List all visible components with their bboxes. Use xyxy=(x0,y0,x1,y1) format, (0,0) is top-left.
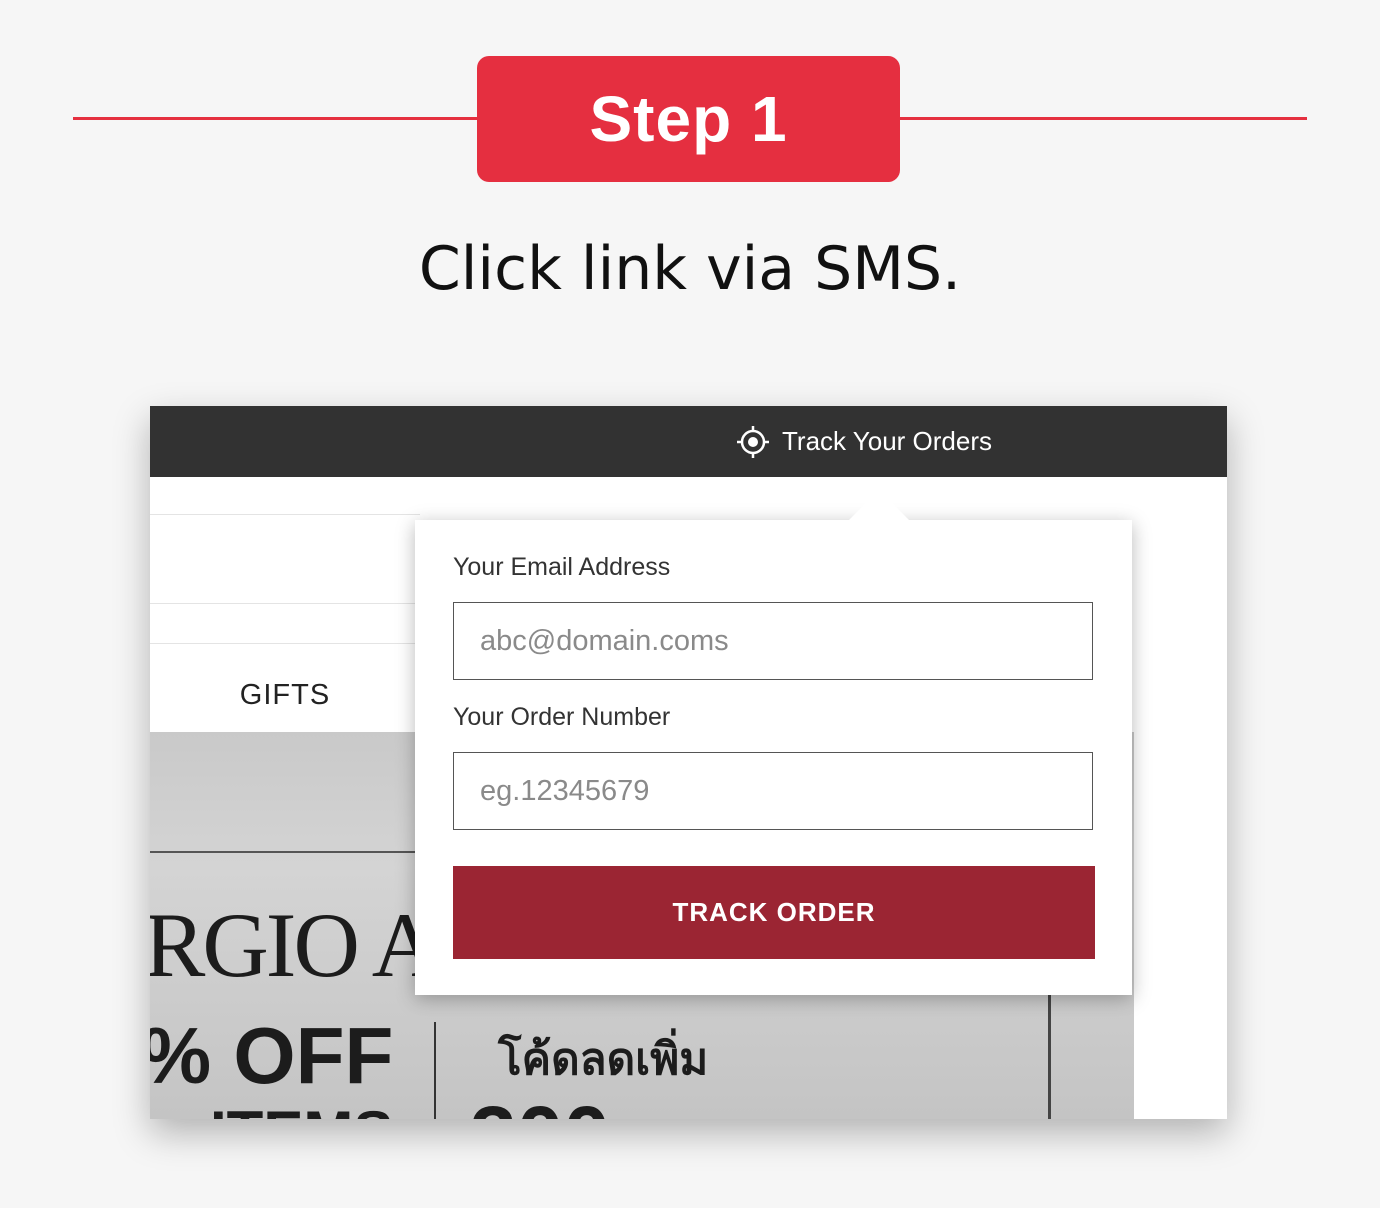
banner-separator xyxy=(434,1022,436,1119)
order-number-field[interactable] xyxy=(453,752,1093,830)
nav-item-gifts[interactable]: GIFTS xyxy=(150,667,420,723)
order-number-label: Your Order Number xyxy=(453,703,671,731)
banner-thai-text: โค้ดลดเพิ่ม xyxy=(498,1034,709,1085)
divider xyxy=(150,514,420,515)
track-orders-label: Track Your Orders xyxy=(782,426,993,456)
email-label: Your Email Address xyxy=(453,553,671,581)
banner-items-text: ITEMS xyxy=(210,1098,393,1119)
track-order-button[interactable]: TRACK ORDER xyxy=(453,866,1095,959)
instruction-text: Click link via SMS. xyxy=(418,234,962,304)
step-divider-right xyxy=(898,117,1307,120)
track-orders-link[interactable]: Track Your Orders xyxy=(736,406,992,477)
banner-amount-text: 300 xyxy=(470,1088,610,1119)
website-screenshot: Track Your Orders GIFTS RGIO A % OFF โค้… xyxy=(150,406,1227,1119)
banner-brand-text: RGIO A xyxy=(150,894,438,996)
track-order-popover: Your Email Address Your Order Number TRA… xyxy=(415,490,1132,995)
step-badge: Step 1 xyxy=(477,56,900,182)
popover-arrow xyxy=(849,490,909,520)
banner-rule xyxy=(150,851,420,853)
page-right-area xyxy=(1134,477,1227,1119)
divider xyxy=(150,643,420,644)
step-divider-left xyxy=(73,117,478,120)
target-icon xyxy=(736,425,770,459)
divider xyxy=(150,603,420,604)
banner-off-text: % OFF xyxy=(150,1011,394,1100)
top-bar: Track Your Orders xyxy=(150,406,1227,477)
email-field[interactable] xyxy=(453,602,1093,680)
